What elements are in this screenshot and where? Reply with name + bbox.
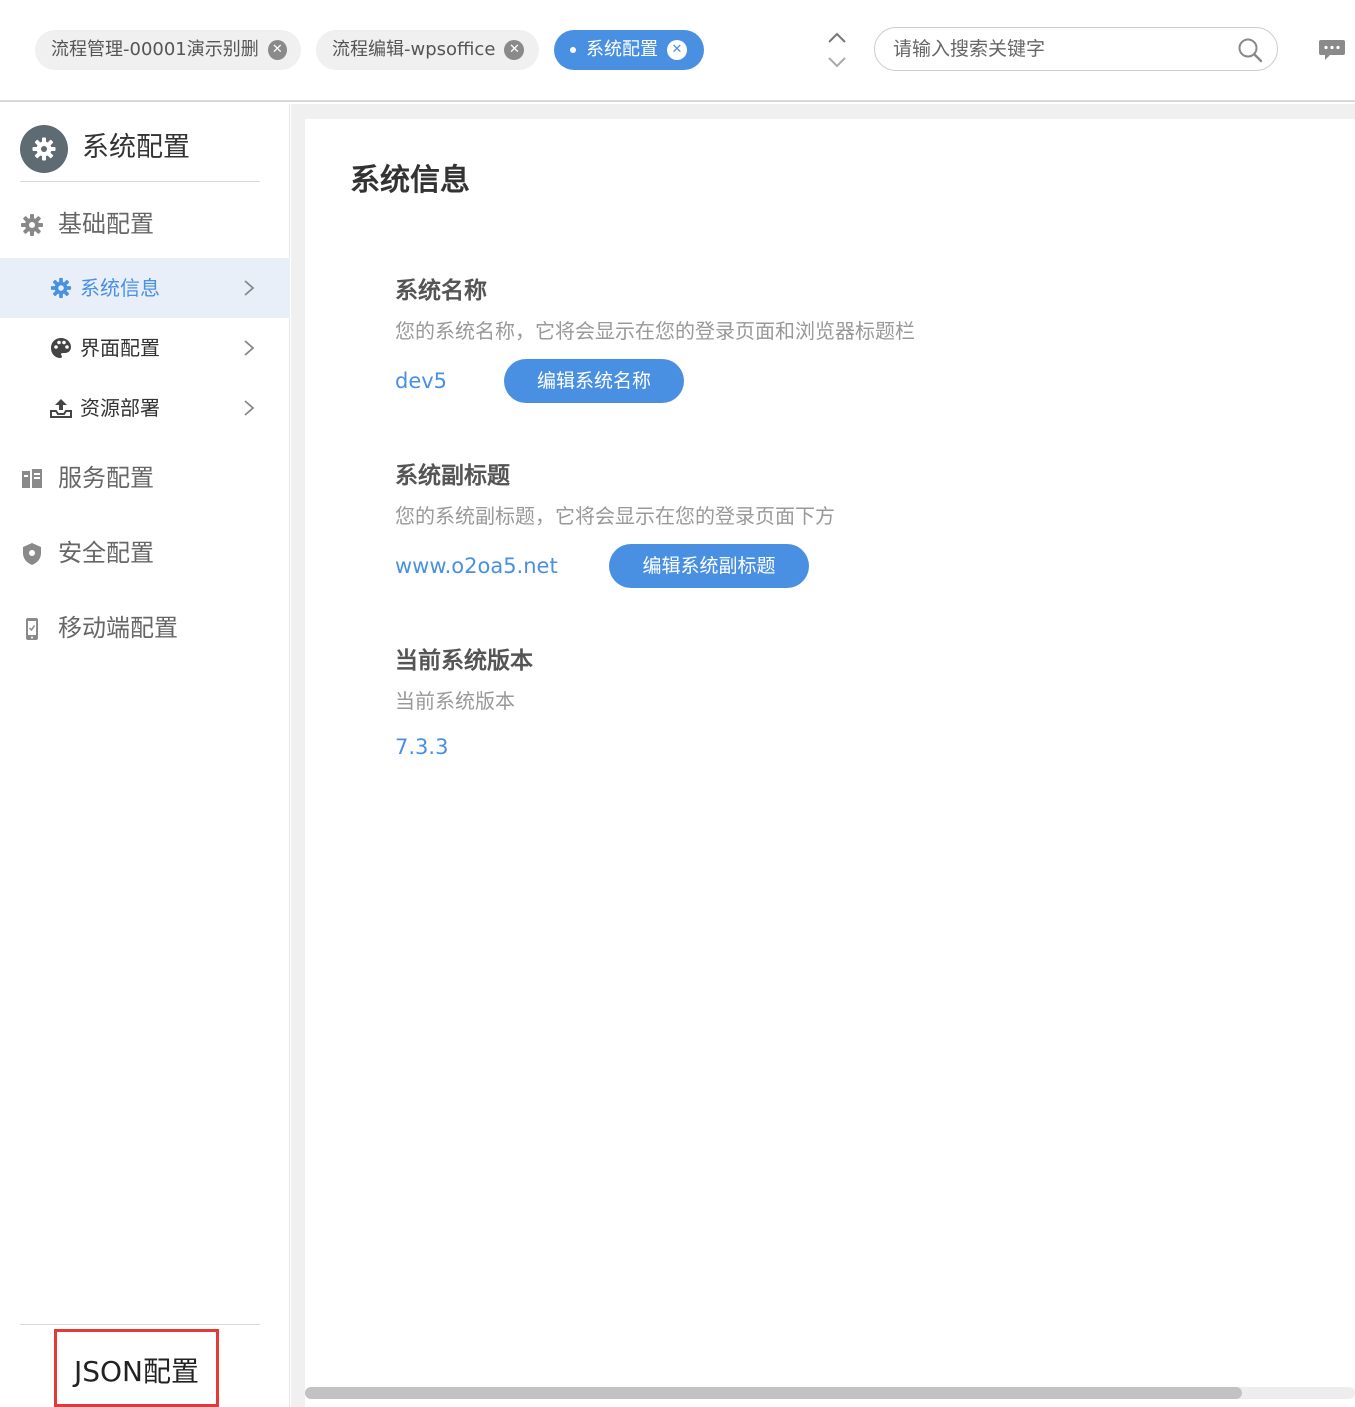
search-input[interactable] [893, 28, 1223, 70]
scrollbar-thumb[interactable] [305, 1387, 1242, 1399]
section-description: 当前系统版本 [395, 689, 515, 713]
gear-icon [20, 125, 68, 173]
palette-icon [51, 338, 71, 358]
edit-system-subtitle-button[interactable]: 编辑系统副标题 [609, 544, 809, 588]
section-title: 系统副标题 [395, 463, 510, 489]
sidebar-group-label: 基础配置 [58, 210, 154, 238]
tab-label: 流程管理-00001演示别删 [51, 39, 259, 60]
section-title: 当前系统版本 [395, 648, 533, 674]
sidebar-group-label: 服务配置 [58, 464, 154, 492]
active-dot-icon [570, 47, 576, 53]
tab-process-edit[interactable]: 流程编辑-wpsoffice ✕ [316, 30, 539, 70]
close-icon[interactable]: ✕ [504, 40, 525, 60]
upload-icon [50, 399, 72, 418]
content-panel: 系统信息 系统名称 您的系统名称，它将会显示在您的登录页面和浏览器标题栏 dev… [305, 119, 1355, 1407]
sidebar-title: 系统配置 [82, 132, 190, 163]
sidebar-group-label: 移动端配置 [58, 614, 178, 642]
sidebar-footer-divider [20, 1324, 260, 1325]
chevron-right-icon [244, 400, 255, 416]
chevron-right-icon [244, 280, 255, 296]
tab-label: 系统配置 [586, 39, 658, 60]
sidebar-group-security[interactable]: 安全配置 [0, 525, 290, 581]
mobile-icon [26, 618, 38, 640]
tab-label: 流程编辑-wpsoffice [332, 39, 496, 60]
sidebar-item-ui-config[interactable]: 界面配置 [0, 318, 290, 378]
search-icon[interactable] [1237, 37, 1263, 63]
server-icon [22, 469, 42, 488]
sidebar: 系统配置 基础配置 系统信息 界面配置 资源部署 服务配置 安全配置 移动端配置… [0, 104, 290, 1407]
edit-system-name-button[interactable]: 编辑系统名称 [504, 359, 684, 403]
gear-icon [50, 277, 72, 299]
sidebar-item-system-info[interactable]: 系统信息 [0, 258, 290, 318]
sidebar-item-label: 系统信息 [80, 276, 160, 300]
page-title: 系统信息 [350, 163, 470, 198]
close-icon[interactable]: ✕ [267, 40, 287, 60]
tab-system-config[interactable]: 系统配置 ✕ [554, 30, 704, 70]
section-system-subtitle: 系统副标题 您的系统副标题，它将会显示在您的登录页面下方 www.o2oa5.n… [395, 460, 1295, 600]
chevron-right-icon [244, 340, 255, 356]
search-box[interactable] [874, 27, 1278, 71]
shield-icon [23, 543, 41, 565]
horizontal-scrollbar[interactable] [305, 1387, 1355, 1399]
sidebar-item-label: 资源部署 [80, 396, 160, 420]
section-system-name: 系统名称 您的系统名称，它将会显示在您的登录页面和浏览器标题栏 dev5 编辑系… [395, 275, 1295, 415]
gear-icon [21, 214, 43, 236]
section-description: 您的系统名称，它将会显示在您的登录页面和浏览器标题栏 [395, 319, 915, 343]
sidebar-header: 系统配置 [20, 124, 260, 182]
section-system-version: 当前系统版本 当前系统版本 7.3.3 [395, 645, 1295, 785]
chat-icon[interactable] [1318, 38, 1346, 62]
json-config-button[interactable]: JSON配置 [54, 1329, 219, 1407]
system-subtitle-value: www.o2oa5.net [395, 554, 558, 578]
section-title: 系统名称 [395, 278, 487, 304]
sidebar-item-label: 界面配置 [80, 336, 160, 360]
close-icon[interactable]: ✕ [667, 40, 687, 60]
section-description: 您的系统副标题，它将会显示在您的登录页面下方 [395, 504, 835, 528]
system-name-value: dev5 [395, 369, 448, 393]
sidebar-group-label: 安全配置 [58, 539, 154, 567]
tab-process-management[interactable]: 流程管理-00001演示别删 ✕ [35, 30, 301, 70]
sidebar-group-basic[interactable]: 基础配置 [0, 196, 290, 252]
top-bar: 流程管理-00001演示别删 ✕ 流程编辑-wpsoffice ✕ 系统配置 ✕ [0, 0, 1355, 102]
system-version-value: 7.3.3 [395, 735, 449, 759]
tab-scroll-arrows[interactable] [822, 28, 852, 72]
chevron-up-down-icon[interactable] [822, 28, 852, 72]
sidebar-group-mobile[interactable]: 移动端配置 [0, 600, 290, 656]
sidebar-group-service[interactable]: 服务配置 [0, 450, 290, 506]
sidebar-item-resource-deploy[interactable]: 资源部署 [0, 378, 290, 438]
